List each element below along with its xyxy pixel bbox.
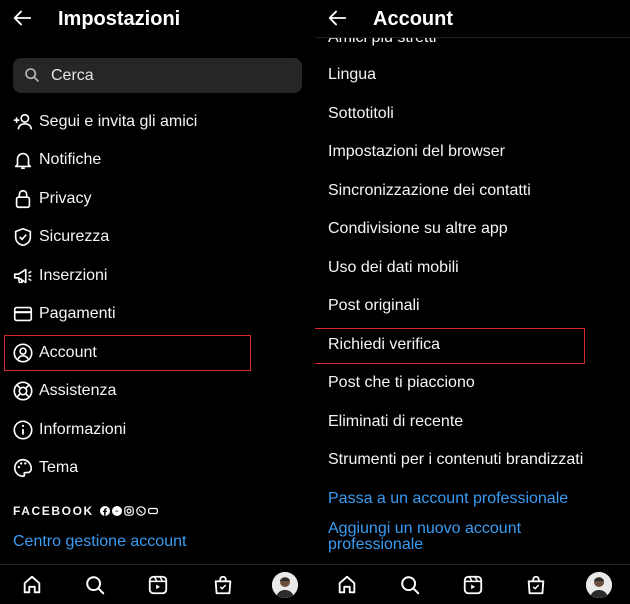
menu-item-label: Assistenza: [39, 382, 117, 399]
home-icon: [338, 575, 356, 594]
menu-item-payments[interactable]: Pagamenti: [0, 295, 315, 333]
arrow-left-icon: [13, 10, 32, 26]
menu-item-label: Account: [39, 344, 97, 361]
switch-professional-link[interactable]: Passa a un account professionale: [328, 490, 568, 508]
profile-avatar[interactable]: [272, 572, 298, 598]
list-item-captions[interactable]: Sottotitoli: [328, 105, 394, 123]
menu-item-privacy[interactable]: Privacy: [0, 180, 315, 218]
reels-icon: [148, 575, 168, 595]
menu-item-label: Tema: [39, 459, 79, 476]
arrow-left-icon: [328, 10, 347, 26]
menu-item-label: Inserzioni: [39, 267, 108, 284]
menu-item-label: Informazioni: [39, 421, 127, 438]
card-icon: [12, 303, 34, 325]
tab-reels[interactable]: [146, 573, 170, 597]
avatar-image: [586, 572, 612, 598]
account-panel: Amici più stretti Account Lingua Sottoti…: [315, 0, 630, 604]
home-icon: [23, 575, 41, 594]
portal-icon: [147, 506, 158, 516]
menu-item-label: Sicurezza: [39, 228, 110, 245]
menu-item-ads[interactable]: Inserzioni: [0, 257, 315, 295]
menu-item-label: Notifiche: [39, 151, 102, 168]
reels-icon: [463, 575, 483, 595]
lifebuoy-icon: [12, 380, 34, 402]
page-title: Impostazioni: [58, 8, 181, 30]
tab-shop[interactable]: [211, 573, 235, 597]
search-bar[interactable]: [13, 58, 302, 93]
menu-item-theme[interactable]: Tema: [0, 449, 315, 487]
page-title: Account: [373, 8, 453, 30]
menu-item-label: Privacy: [39, 190, 92, 207]
instagram-icon: [124, 506, 134, 516]
menu-item-follow-invite[interactable]: Segui e invita gli amici: [0, 103, 315, 141]
list-item-sharing[interactable]: Condivisione su altre app: [328, 220, 508, 238]
info-icon: [12, 419, 34, 441]
menu-item-label: Pagamenti: [39, 305, 116, 322]
tab-home[interactable]: [20, 573, 44, 597]
bell-icon: [12, 149, 34, 171]
list-item-liked-posts[interactable]: Post che ti piacciono: [328, 374, 475, 392]
menu-item-notifications[interactable]: Notifiche: [0, 141, 315, 179]
shield-icon: [12, 226, 34, 248]
search-icon: [401, 576, 420, 595]
meta-apps-icons: [99, 506, 158, 516]
facebook-icon: [99, 506, 110, 516]
bottom-tab-bar: [0, 564, 315, 604]
accounts-center-link[interactable]: Centro gestione account: [13, 533, 186, 551]
list-item-language[interactable]: Lingua: [328, 66, 376, 84]
back-button[interactable]: [325, 6, 349, 30]
tab-search[interactable]: [83, 573, 107, 597]
menu-item-info[interactable]: Informazioni: [0, 411, 315, 449]
tab-search[interactable]: [398, 573, 422, 597]
list-item-request-verification[interactable]: Richiedi verifica: [328, 336, 440, 354]
tab-home[interactable]: [335, 573, 359, 597]
tab-reels[interactable]: [461, 573, 485, 597]
back-button[interactable]: [10, 6, 34, 30]
palette-icon: [12, 457, 34, 479]
settings-panel: Impostazioni Segui e invita gli amici No…: [0, 0, 315, 604]
menu-item-label: Segui e invita gli amici: [39, 113, 198, 130]
profile-avatar[interactable]: [586, 572, 612, 598]
list-item-original-posts[interactable]: Post originali: [328, 297, 420, 315]
megaphone-icon: [12, 265, 34, 287]
list-item-mobile-data[interactable]: Uso dei dati mobili: [328, 259, 459, 277]
shop-icon: [214, 575, 232, 595]
tab-shop[interactable]: [524, 573, 548, 597]
person-circle-icon: [12, 342, 34, 364]
search-icon: [86, 576, 105, 595]
list-item-branded-content[interactable]: Strumenti per i contenuti brandizzati: [328, 451, 583, 469]
list-item-browser-settings[interactable]: Impostazioni del browser: [328, 143, 505, 161]
facebook-section: FACEBOOK: [13, 504, 158, 518]
bottom-tab-bar: [315, 564, 630, 604]
facebook-label: FACEBOOK: [13, 504, 94, 518]
list-item-recently-deleted[interactable]: Eliminati di recente: [328, 413, 463, 431]
shop-icon: [527, 575, 545, 595]
lock-icon: [12, 188, 34, 210]
menu-item-help[interactable]: Assistenza: [0, 372, 315, 410]
list-item-contacts-sync[interactable]: Sincronizzazione dei contatti: [328, 182, 531, 200]
menu-item-security[interactable]: Sicurezza: [0, 218, 315, 256]
whatsapp-icon: [136, 506, 146, 516]
messenger-icon: [111, 506, 122, 516]
add-professional-account-link[interactable]: Aggiungi un nuovo account professionale: [328, 521, 568, 553]
search-icon: [24, 67, 40, 88]
add-person-icon: [12, 111, 34, 133]
avatar-image: [272, 572, 298, 598]
search-input[interactable]: [51, 58, 291, 93]
header-bar: [315, 0, 630, 38]
menu-item-account[interactable]: Account: [0, 334, 315, 372]
